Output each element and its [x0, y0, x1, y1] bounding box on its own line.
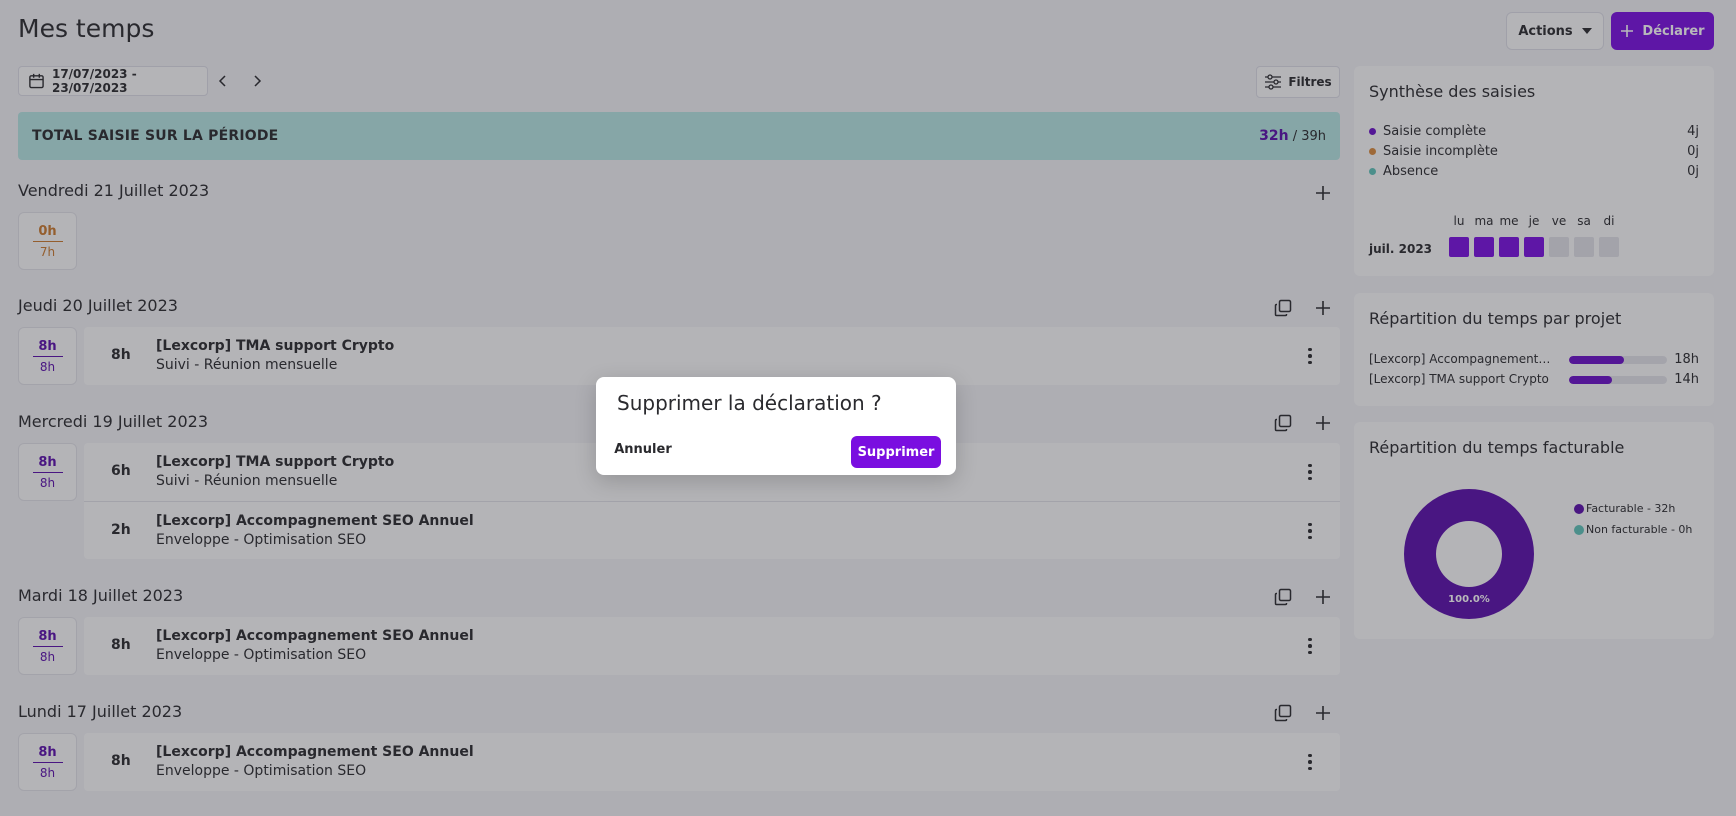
cancel-button[interactable]: Annuler — [613, 434, 673, 464]
delete-confirmation-dialog: Supprimer la déclaration ? Annuler Suppr… — [596, 377, 956, 475]
dialog-title: Supprimer la déclaration ? — [617, 391, 882, 415]
confirm-delete-button[interactable]: Supprimer — [851, 436, 941, 468]
